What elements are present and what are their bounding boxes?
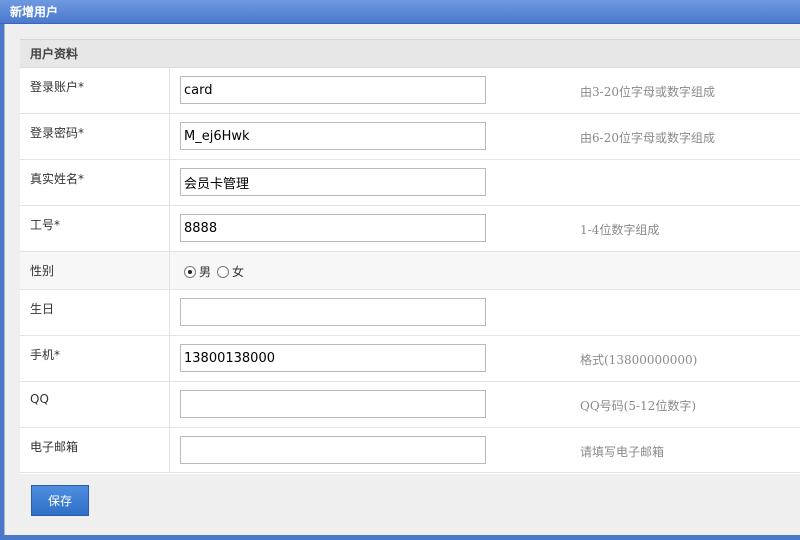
row-password: 登录密码* 由6-20位字母或数字组成 [20,114,800,160]
row-mobile: 手机* 格式(13800000000) [20,336,800,382]
email-label: 电子邮箱 [20,428,170,472]
real-name-input[interactable] [180,168,486,196]
qq-input[interactable] [180,390,486,418]
user-profile-panel: 用户资料 登录账户* 由3-20位字母或数字组成 登录密码* 由6-20位字母或… [20,39,800,474]
employee-id-hint: 1-4位数字组成 [580,223,660,237]
window-bottom-border [0,535,800,540]
gender-radio-group: 男 女 [184,263,250,280]
gender-label: 性别 [20,252,170,289]
employee-id-label: 工号* [20,206,170,251]
window-title: 新增用户 [0,0,800,24]
mobile-hint: 格式(13800000000) [580,353,698,367]
row-account: 登录账户* 由3-20位字母或数字组成 [20,68,800,114]
panel-header: 用户资料 [20,40,800,68]
account-input[interactable] [180,76,486,104]
row-qq: QQ QQ号码(5-12位数字) [20,382,800,428]
mobile-input[interactable] [180,344,486,372]
account-hint: 由3-20位字母或数字组成 [580,85,715,99]
email-input[interactable] [180,436,486,464]
password-label: 登录密码* [20,114,170,159]
radio-unchecked-icon[interactable] [217,265,230,278]
row-real-name: 真实姓名* [20,160,800,206]
mobile-label: 手机* [20,336,170,381]
gender-female-label: 女 [232,265,245,279]
radio-checked-icon[interactable] [184,265,196,278]
row-birthday: 生日 [20,290,800,336]
email-hint: 请填写电子邮箱 [580,445,665,459]
password-input[interactable] [180,122,486,150]
row-gender: 性别 男 女 [20,252,800,290]
qq-hint: QQ号码(5-12位数字) [580,399,696,413]
content-area: 用户资料 登录账户* 由3-20位字母或数字组成 登录密码* 由6-20位字母或… [4,24,800,535]
gender-male-label: 男 [199,265,212,279]
row-email: 电子邮箱 请填写电子邮箱 [20,428,800,473]
employee-id-input[interactable] [180,214,486,242]
password-hint: 由6-20位字母或数字组成 [580,131,715,145]
gender-option-male[interactable]: 男 [184,263,211,280]
real-name-label: 真实姓名* [20,160,170,205]
save-button[interactable]: 保存 [31,485,89,516]
gender-option-female[interactable]: 女 [217,263,244,280]
birthday-input[interactable] [180,298,486,326]
account-label: 登录账户* [20,68,170,113]
add-user-window: 新增用户 用户资料 登录账户* 由3-20位字母或数字组成 登录密码* 由6-2… [0,0,800,540]
row-employee-id: 工号* 1-4位数字组成 [20,206,800,252]
qq-label: QQ [20,382,170,427]
birthday-label: 生日 [20,290,170,335]
